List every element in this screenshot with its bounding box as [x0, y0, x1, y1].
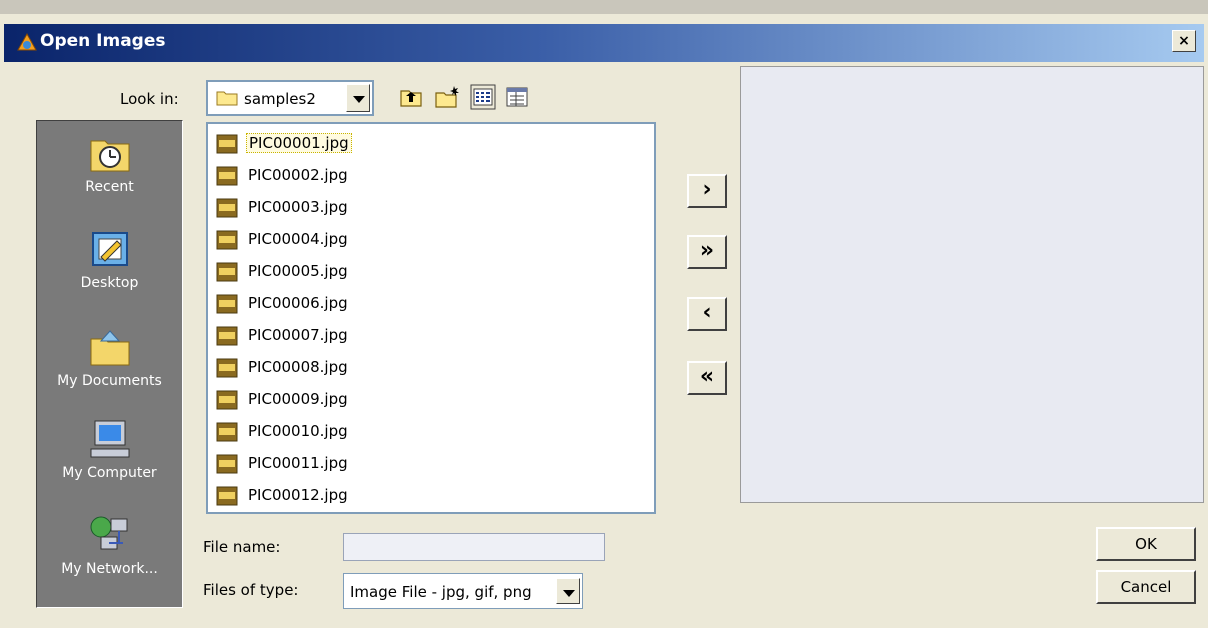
open-images-dialog: Open Images × Look in: samples2 Recent D… [0, 0, 1208, 628]
look-in-dropdown[interactable]: samples2 [206, 80, 374, 116]
file-name: PIC00010.jpg [248, 422, 348, 440]
background-strip [0, 0, 1208, 14]
cancel-button[interactable]: Cancel [1096, 570, 1196, 604]
jpg-file-icon [216, 326, 238, 346]
new-folder-icon[interactable] [434, 84, 460, 110]
file-list[interactable]: PIC00001.jpg PIC00002.jpg PIC00003.jpg P… [206, 122, 656, 514]
place-desktop[interactable]: Desktop [37, 227, 182, 291]
place-label: Desktop [80, 275, 139, 291]
my-computer-icon [90, 420, 129, 458]
places-bar: Recent Desktop My Documents My Computer … [36, 120, 183, 608]
app-icon [17, 32, 37, 51]
file-name-field[interactable] [343, 533, 605, 561]
jpg-file-icon [216, 486, 238, 506]
details-view-icon[interactable] [504, 84, 530, 110]
file-name: PIC00007.jpg [248, 326, 348, 344]
jpg-file-icon [216, 422, 238, 442]
files-of-type-label: Files of type: [203, 581, 299, 599]
jpg-file-icon [216, 230, 238, 250]
place-my-documents[interactable]: My Documents [37, 325, 182, 389]
place-label: My Computer [62, 465, 157, 481]
chevron-down-icon[interactable] [346, 84, 370, 112]
look-in-label: Look in: [120, 90, 179, 108]
jpg-file-icon [216, 454, 238, 474]
file-name: PIC00003.jpg [248, 198, 348, 216]
look-in-value: samples2 [244, 90, 316, 108]
up-folder-icon[interactable] [398, 84, 424, 110]
folder-icon [216, 91, 238, 106]
file-name-label: File name: [203, 538, 281, 556]
place-recent[interactable]: Recent [37, 131, 182, 195]
jpg-file-icon [216, 390, 238, 410]
jpg-file-icon [216, 358, 238, 378]
place-my-network[interactable]: My Network... [37, 513, 182, 577]
jpg-file-icon [216, 198, 238, 218]
remove-button[interactable]: ‹ [687, 297, 727, 331]
file-name: PIC00001.jpg [246, 133, 352, 153]
file-name: PIC00006.jpg [248, 294, 348, 312]
place-label: My Network... [61, 561, 158, 577]
add-button[interactable]: › [687, 174, 727, 208]
chevron-down-icon[interactable] [556, 578, 580, 604]
place-label: My Documents [57, 373, 162, 389]
selected-images-list[interactable] [740, 66, 1204, 503]
place-my-computer[interactable]: My Computer [37, 417, 182, 481]
file-name: PIC00002.jpg [248, 166, 348, 184]
close-button[interactable]: × [1172, 30, 1196, 52]
file-name: PIC00005.jpg [248, 262, 348, 280]
file-name: PIC00012.jpg [248, 486, 348, 504]
list-view-icon[interactable] [470, 84, 496, 110]
my-documents-icon [90, 330, 129, 366]
remove-all-button[interactable]: « [687, 361, 727, 395]
file-name: PIC00008.jpg [248, 358, 348, 376]
file-name: PIC00011.jpg [248, 454, 348, 472]
add-all-button[interactable]: » [687, 235, 727, 269]
title-bar[interactable]: Open Images × [4, 24, 1204, 62]
place-label: Recent [85, 179, 134, 195]
files-of-type-value: Image File - jpg, gif, png [350, 583, 532, 601]
file-name: PIC00009.jpg [248, 390, 348, 408]
jpg-file-icon [216, 134, 238, 154]
ok-button[interactable]: OK [1096, 527, 1196, 561]
jpg-file-icon [216, 166, 238, 186]
desktop-icon [91, 232, 128, 266]
files-of-type-dropdown[interactable]: Image File - jpg, gif, png [343, 573, 583, 609]
jpg-file-icon [216, 262, 238, 282]
recent-icon [90, 140, 129, 172]
file-name: PIC00004.jpg [248, 230, 348, 248]
my-network-icon [90, 516, 127, 550]
window-title: Open Images [40, 31, 166, 51]
jpg-file-icon [216, 294, 238, 314]
